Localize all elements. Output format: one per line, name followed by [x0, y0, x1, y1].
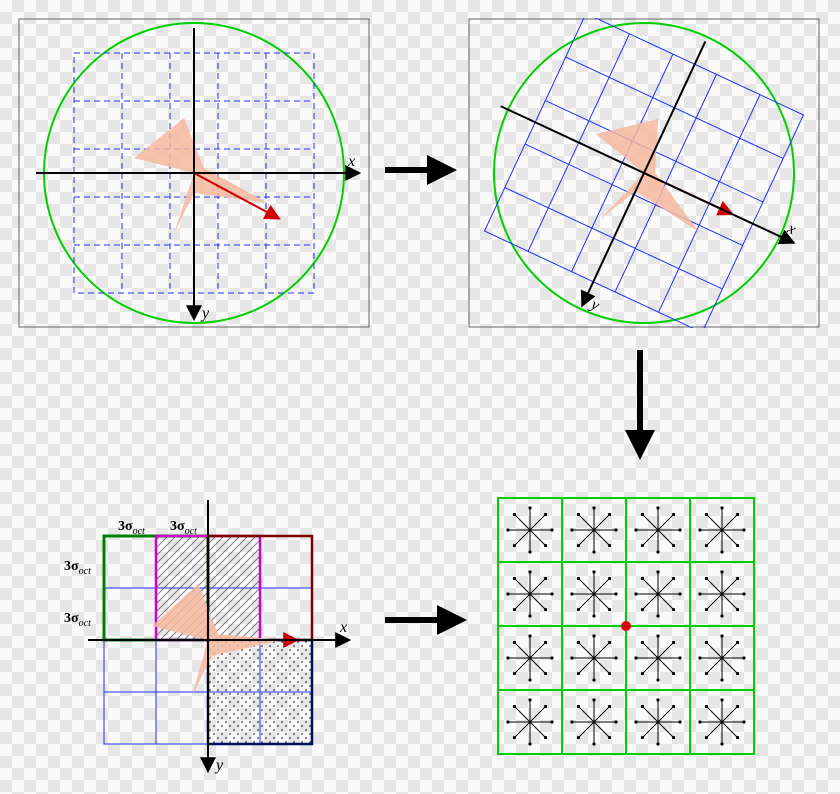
- sigma-row1-label: 3σoct: [64, 559, 91, 577]
- orientation-vector: [194, 173, 278, 218]
- orientation-glyph: [564, 98, 734, 259]
- panel-bottom-right: [490, 490, 762, 762]
- arrow-tr-br: [620, 345, 660, 465]
- panel-top-right: x y: [468, 18, 820, 328]
- sigma-col1-label: 3σoct: [118, 519, 145, 537]
- axis-x-label: x: [347, 153, 355, 170]
- panel-bottom-left: 3σoct 3σoct 3σoct 3σoct x y: [28, 420, 388, 780]
- arrow-tl-tr: [380, 150, 460, 190]
- axis-y-label: y: [214, 757, 224, 774]
- svg-text:3σoct: 3σoct: [64, 611, 91, 629]
- arrow-bl-br: [380, 600, 470, 640]
- panel-top-left: x y: [18, 18, 370, 328]
- svg-text:3σoct: 3σoct: [170, 519, 197, 537]
- axis-x-label: x: [339, 619, 347, 636]
- keypoint-center-dot: [621, 621, 631, 631]
- axis-y-label: y: [200, 305, 210, 322]
- orientation-glyph: [134, 118, 268, 233]
